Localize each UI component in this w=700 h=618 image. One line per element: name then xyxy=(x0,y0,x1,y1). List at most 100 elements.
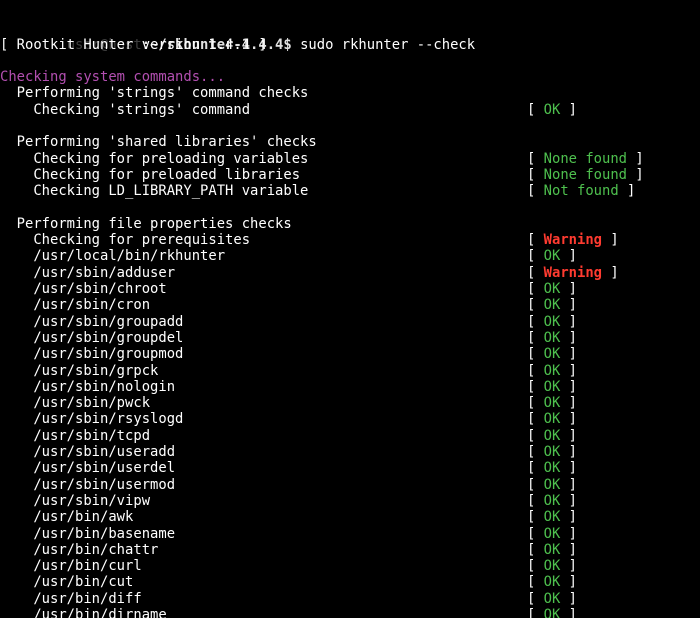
check-status: [ OK ] xyxy=(527,444,577,460)
status-value: Warning xyxy=(543,232,603,249)
status-value: OK xyxy=(543,590,561,607)
check-row: Checking 'strings' command [ OK ] xyxy=(0,102,700,118)
check-label: Checking for prerequisites xyxy=(0,232,251,249)
status-close-bracket: ] xyxy=(560,395,578,412)
check-label: /usr/sbin/groupdel xyxy=(0,329,184,346)
check-status: [ None found ] xyxy=(527,167,644,183)
status-close-bracket: ] xyxy=(560,248,578,265)
check-label: /usr/bin/curl xyxy=(0,558,142,575)
status-close-bracket: ] xyxy=(627,166,644,183)
check-row: /usr/bin/basename [ OK ] xyxy=(0,526,700,542)
check-status: [ OK ] xyxy=(527,542,577,558)
status-value: OK xyxy=(543,574,561,591)
status-open-bracket: [ xyxy=(527,460,544,477)
check-status: [ OK ] xyxy=(527,509,577,525)
check-label: /usr/bin/dirname xyxy=(0,606,167,618)
status-close-bracket: ] xyxy=(560,460,578,477)
status-value: OK xyxy=(543,427,561,444)
status-value: OK xyxy=(543,362,561,379)
check-status: [ OK ] xyxy=(527,363,577,379)
status-close-bracket: ] xyxy=(560,411,578,428)
status-open-bracket: [ xyxy=(527,166,544,183)
status-open-bracket: [ xyxy=(527,476,544,493)
check-status: [ OK ] xyxy=(527,607,577,618)
status-open-bracket: [ xyxy=(527,525,544,542)
status-value: OK xyxy=(543,460,561,477)
check-row: /usr/sbin/adduser [ Warning ] xyxy=(0,265,700,281)
status-value: OK xyxy=(543,346,561,363)
check-row: /usr/sbin/usermod [ OK ] xyxy=(0,477,700,493)
check-label: /usr/sbin/rsyslogd xyxy=(0,411,184,428)
status-value: OK xyxy=(543,395,561,412)
check-label: Checking for preloaded libraries xyxy=(0,166,301,183)
check-status: [ OK ] xyxy=(527,102,577,118)
status-open-bracket: [ xyxy=(527,313,544,330)
check-row: /usr/sbin/groupadd [ OK ] xyxy=(0,314,700,330)
check-label: /usr/bin/basename xyxy=(0,525,176,542)
check-row: Checking for preloaded libraries [ None f… xyxy=(0,167,700,183)
check-label: /usr/bin/chattr xyxy=(0,541,159,558)
status-close-bracket: ] xyxy=(602,232,619,249)
check-status: [ OK ] xyxy=(527,379,577,395)
check-row: /usr/sbin/groupdel [ OK ] xyxy=(0,330,700,346)
status-value: OK xyxy=(543,297,561,314)
status-open-bracket: [ xyxy=(527,362,544,379)
check-label: /usr/sbin/usermod xyxy=(0,476,176,493)
check-label: /usr/sbin/groupadd xyxy=(0,313,184,330)
check-status: [ OK ] xyxy=(527,460,577,476)
check-status: [ OK ] xyxy=(527,248,577,264)
check-label: /usr/sbin/tcpd xyxy=(0,427,151,444)
check-label: /usr/sbin/vipw xyxy=(0,492,151,509)
check-row: Checking for prerequisites [ Warning ] xyxy=(0,232,700,248)
check-row: /usr/bin/dirname [ OK ] xyxy=(0,607,700,618)
status-close-bracket: ] xyxy=(560,574,578,591)
status-value: OK xyxy=(543,558,561,575)
status-close-bracket: ] xyxy=(560,606,578,618)
check-row: /usr/bin/cut [ OK ] xyxy=(0,574,700,590)
check-label: /usr/local/bin/rkhunter xyxy=(0,248,226,265)
status-open-bracket: [ xyxy=(527,590,544,607)
status-close-bracket: ] xyxy=(560,101,578,118)
check-status: [ Warning ] xyxy=(527,265,619,281)
check-status: [ OK ] xyxy=(527,395,577,411)
check-status: [ OK ] xyxy=(527,574,577,590)
check-status: [ OK ] xyxy=(527,493,577,509)
status-value: None found xyxy=(543,150,628,167)
check-status: [ None found ] xyxy=(527,151,644,167)
check-status: [ OK ] xyxy=(527,477,577,493)
check-label: /usr/sbin/cron xyxy=(0,297,151,314)
check-label: Checking for preloading variables xyxy=(0,150,309,167)
status-close-bracket: ] xyxy=(560,313,578,330)
status-close-bracket: ] xyxy=(560,362,578,379)
check-label: /usr/bin/diff xyxy=(0,590,142,607)
status-open-bracket: [ xyxy=(527,558,544,575)
check-status: [ OK ] xyxy=(527,297,577,313)
status-open-bracket: [ xyxy=(527,101,544,118)
check-row: /usr/sbin/tcpd [ OK ] xyxy=(0,428,700,444)
status-value: OK xyxy=(543,525,561,542)
status-value: OK xyxy=(543,329,561,346)
status-open-bracket: [ xyxy=(527,574,544,591)
check-row: /usr/sbin/grpck [ OK ] xyxy=(0,363,700,379)
check-row: /usr/sbin/nologin [ OK ] xyxy=(0,379,700,395)
group-title: Performing 'shared libraries' checks xyxy=(0,134,317,151)
status-close-bracket: ] xyxy=(602,264,619,281)
status-value: OK xyxy=(543,313,561,330)
status-value: OK xyxy=(543,248,561,265)
status-close-bracket: ] xyxy=(560,558,578,575)
status-value: OK xyxy=(543,492,561,509)
check-label: /usr/sbin/grpck xyxy=(0,362,159,379)
status-value: OK xyxy=(543,541,561,558)
terminal-output: user@host:~/rkhunter-1.4.4$ sudo rkhunte… xyxy=(0,4,700,618)
terminal-window[interactable]: user@host:~/rkhunter-1.4.4$ sudo rkhunte… xyxy=(0,0,700,618)
status-open-bracket: [ xyxy=(527,281,544,298)
check-status: [ OK ] xyxy=(527,411,577,427)
status-open-bracket: [ xyxy=(527,346,544,363)
check-status: [ OK ] xyxy=(527,558,577,574)
status-open-bracket: [ xyxy=(527,264,544,281)
status-open-bracket: [ xyxy=(527,444,544,461)
check-label: /usr/sbin/userdel xyxy=(0,460,176,477)
